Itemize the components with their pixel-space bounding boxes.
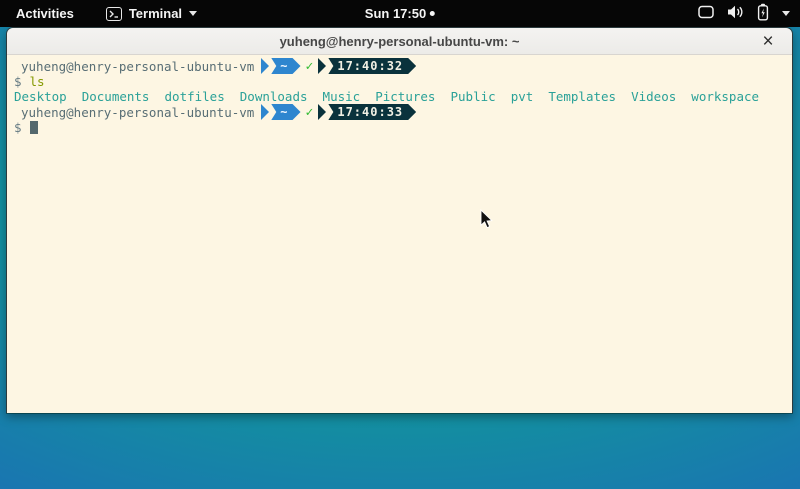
clock-button[interactable]: Sun 17:50 [365, 6, 435, 21]
status-check-icon: ✓ [306, 105, 314, 120]
close-button[interactable]: × [756, 28, 780, 55]
window-titlebar[interactable]: yuheng@henry-personal-ubuntu-vm: ~ × [7, 28, 792, 55]
app-menu-label: Terminal [129, 6, 182, 21]
volume-icon [727, 5, 744, 22]
ls-output-line: Desktop Documents dotfiles Downloads Mus… [14, 89, 759, 104]
powerline-arrow-icon [318, 58, 326, 74]
powerline-arrow-icon [261, 104, 269, 120]
activities-button[interactable]: Activities [10, 3, 80, 24]
terminal-icon [106, 7, 122, 21]
powerline-arrow-icon [318, 104, 326, 120]
clock-label: Sun 17:50 [365, 6, 426, 21]
desktop[interactable]: { "topbar": { "activities_label": "Activ… [0, 0, 800, 489]
chevron-down-icon [782, 11, 790, 16]
prompt-line: yuheng@henry-personal-ubuntu-vm ~ ✓ 17:4… [14, 104, 792, 120]
notification-dot-icon [430, 11, 435, 16]
app-menu-terminal[interactable]: Terminal [106, 6, 197, 21]
terminal-window: yuheng@henry-personal-ubuntu-vm: ~ × yuh… [6, 27, 793, 413]
command-line: $ ls [14, 74, 792, 89]
prompt-path-segment: ~ [271, 58, 300, 74]
terminal-cursor [30, 121, 38, 134]
status-check-icon: ✓ [306, 59, 314, 74]
prompt-time-segment: 17:40:33 [328, 104, 416, 120]
prompt-user-host: yuheng@henry-personal-ubuntu-vm [21, 59, 254, 74]
prompt-time-segment: 17:40:32 [328, 58, 416, 74]
prompt-line: yuheng@henry-personal-ubuntu-vm ~ ✓ 17:4… [14, 58, 792, 74]
command-line-current: $ [14, 120, 792, 135]
prompt-symbol: $ [14, 120, 22, 135]
terminal-screen[interactable]: yuheng@henry-personal-ubuntu-vm ~ ✓ 17:4… [7, 55, 792, 413]
prompt-symbol: $ [14, 74, 22, 89]
window-title: yuheng@henry-personal-ubuntu-vm: ~ [280, 34, 520, 49]
ls-output-row: Desktop Documents dotfiles Downloads Mus… [14, 89, 792, 104]
prompt-user-host: yuheng@henry-personal-ubuntu-vm [21, 105, 254, 120]
powerline-arrow-icon [261, 58, 269, 74]
screen-icon [698, 5, 714, 22]
chevron-down-icon [189, 11, 197, 16]
typed-command: ls [30, 74, 45, 89]
mouse-cursor [480, 209, 494, 230]
battery-charging-icon [757, 3, 769, 24]
top-bar: Activities Terminal Sun 17:50 [0, 0, 800, 27]
system-status-menu[interactable] [698, 3, 790, 24]
prompt-path-segment: ~ [271, 104, 300, 120]
